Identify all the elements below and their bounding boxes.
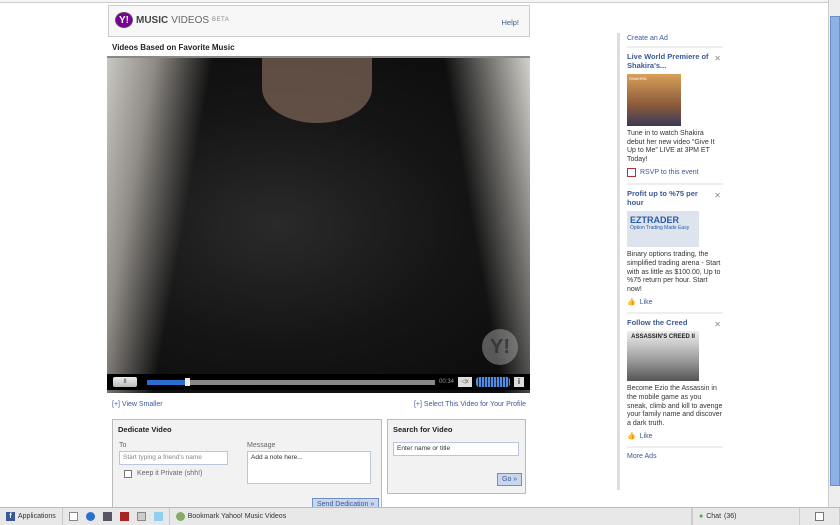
scrollbar-thumb[interactable] xyxy=(830,16,840,486)
sidebar-divider xyxy=(617,33,620,490)
eztrader-logo: EZTRADER xyxy=(630,215,679,226)
thumbs-up-icon: 👍 xyxy=(627,299,636,307)
pause-button[interactable]: II xyxy=(113,377,137,387)
ad-shakira: Live World Premiere of Shakira's... ✕ SH… xyxy=(627,46,723,183)
ad-title[interactable]: Follow the Creed xyxy=(627,318,711,327)
view-smaller-link[interactable]: [+] View Smaller xyxy=(112,401,163,408)
online-status-icon: ● xyxy=(699,513,704,520)
more-ads-link[interactable]: More Ads xyxy=(627,453,657,460)
yahoo-logo-icon: Y! xyxy=(115,12,133,28)
search-video-panel: Search for Video Enter name or title Go … xyxy=(387,419,526,494)
video-frame-face xyxy=(262,58,372,123)
message-textarea[interactable]: Add a note here... xyxy=(247,451,371,484)
help-link[interactable]: Help! xyxy=(501,18,519,27)
app-header: Y! MUSIC VIDEOS BETA Help! xyxy=(108,5,530,37)
mute-icon[interactable]: ◁x xyxy=(458,377,472,387)
page-title: Videos Based on Favorite Music xyxy=(112,43,235,52)
thumbs-up-icon: 👍 xyxy=(627,433,636,441)
video-player[interactable]: Y! II 00:34 ◁x i xyxy=(107,56,530,393)
progress-slider[interactable] xyxy=(147,377,435,386)
photos-icon[interactable] xyxy=(102,512,112,521)
facebook-taskbar: f Applications Bookmark Yahoo! Music Vid… xyxy=(0,507,840,525)
close-icon[interactable]: ✕ xyxy=(714,320,721,329)
yahoo-music-logo[interactable]: Y! MUSIC VIDEOS BETA xyxy=(115,12,229,28)
go-button[interactable]: Go » xyxy=(497,473,523,486)
twitter-icon[interactable] xyxy=(153,512,163,521)
volume-slider[interactable] xyxy=(476,377,510,387)
notes-icon[interactable] xyxy=(68,512,78,521)
player-controls: II 00:34 ◁x i xyxy=(107,374,530,390)
ad-image-shakira[interactable]: SHAKIRA xyxy=(627,74,681,126)
create-ad-link[interactable]: Create an Ad xyxy=(627,35,723,42)
progress-fill xyxy=(147,379,188,385)
search-title: Search for Video xyxy=(393,425,453,434)
ad-title[interactable]: Live World Premiere of Shakira's... xyxy=(627,52,711,70)
ad-eztrader: Profit up to %75 per hour ✕ EZTRADER Opt… xyxy=(627,183,723,312)
bookmark-button[interactable]: Bookmark Yahoo! Music Videos xyxy=(170,508,692,525)
rsvp-link[interactable]: RSVP to this event xyxy=(640,169,699,176)
calendar-icon xyxy=(627,168,636,178)
close-icon[interactable]: ✕ xyxy=(714,54,721,63)
chat-button[interactable]: ● Chat (36) xyxy=(692,508,800,525)
share-icon[interactable] xyxy=(136,512,146,521)
browser-top-edge xyxy=(0,0,828,3)
ad-title[interactable]: Profit up to %75 per hour xyxy=(627,189,711,207)
dedicate-title: Dedicate Video xyxy=(118,425,172,434)
private-label: Keep it Private (shh!) xyxy=(137,470,203,477)
app-shortcuts xyxy=(63,508,170,525)
yahoo-watermark-icon: Y! xyxy=(482,329,518,365)
message-label: Message xyxy=(247,442,276,449)
ad-image-assassins-creed[interactable]: ASSASSIN'S CREED II xyxy=(627,331,699,382)
applications-label: Applications xyxy=(18,513,56,520)
notifications-icon xyxy=(815,512,824,521)
select-profile-link[interactable]: [+] Select This Video for Your Profile xyxy=(414,401,526,408)
ads-sidebar: Create an Ad Live World Premiere of Shak… xyxy=(627,35,723,460)
private-checkbox[interactable] xyxy=(124,470,132,478)
close-icon[interactable]: ✕ xyxy=(714,191,721,200)
globe-icon[interactable] xyxy=(85,512,95,521)
facebook-icon: f xyxy=(6,512,15,521)
chat-count: (36) xyxy=(724,513,737,520)
chat-label: Chat xyxy=(706,513,722,520)
ad-body: Tune in to watch Shakira debut her new v… xyxy=(627,130,715,163)
app-icon[interactable] xyxy=(119,512,129,521)
ad-body: Binary options trading, the simplified t… xyxy=(627,251,721,293)
applications-button[interactable]: f Applications xyxy=(0,508,63,525)
bookmark-label: Bookmark Yahoo! Music Videos xyxy=(187,513,287,520)
bookmark-icon xyxy=(175,512,185,521)
like-link[interactable]: Like xyxy=(640,433,653,440)
ad-assassins-creed: Follow the Creed ✕ ASSASSIN'S CREED II B… xyxy=(627,312,723,446)
time-display: 00:34 xyxy=(438,379,454,385)
search-input[interactable]: Enter name or title xyxy=(393,442,519,456)
logo-beta: BETA xyxy=(212,17,230,23)
dedicate-video-panel: Dedicate Video To Start typing a friend'… xyxy=(112,419,382,514)
to-field[interactable]: Start typing a friend's name xyxy=(119,451,228,465)
logo-videos: VIDEOS xyxy=(171,14,210,26)
notifications-button[interactable] xyxy=(800,508,840,525)
logo-music: MUSIC xyxy=(136,14,169,26)
ad-image-eztrader[interactable]: EZTRADER Option Trading Made Easy xyxy=(627,211,699,248)
page-scrollbar[interactable] xyxy=(828,0,840,507)
to-label: To xyxy=(119,442,127,449)
eztrader-tagline: Option Trading Made Easy xyxy=(630,225,690,232)
info-icon[interactable]: i xyxy=(514,377,524,387)
ad-body: Become Ezio the Assassin in the mobile g… xyxy=(627,385,723,427)
progress-handle[interactable] xyxy=(185,377,191,386)
like-link[interactable]: Like xyxy=(640,299,653,306)
